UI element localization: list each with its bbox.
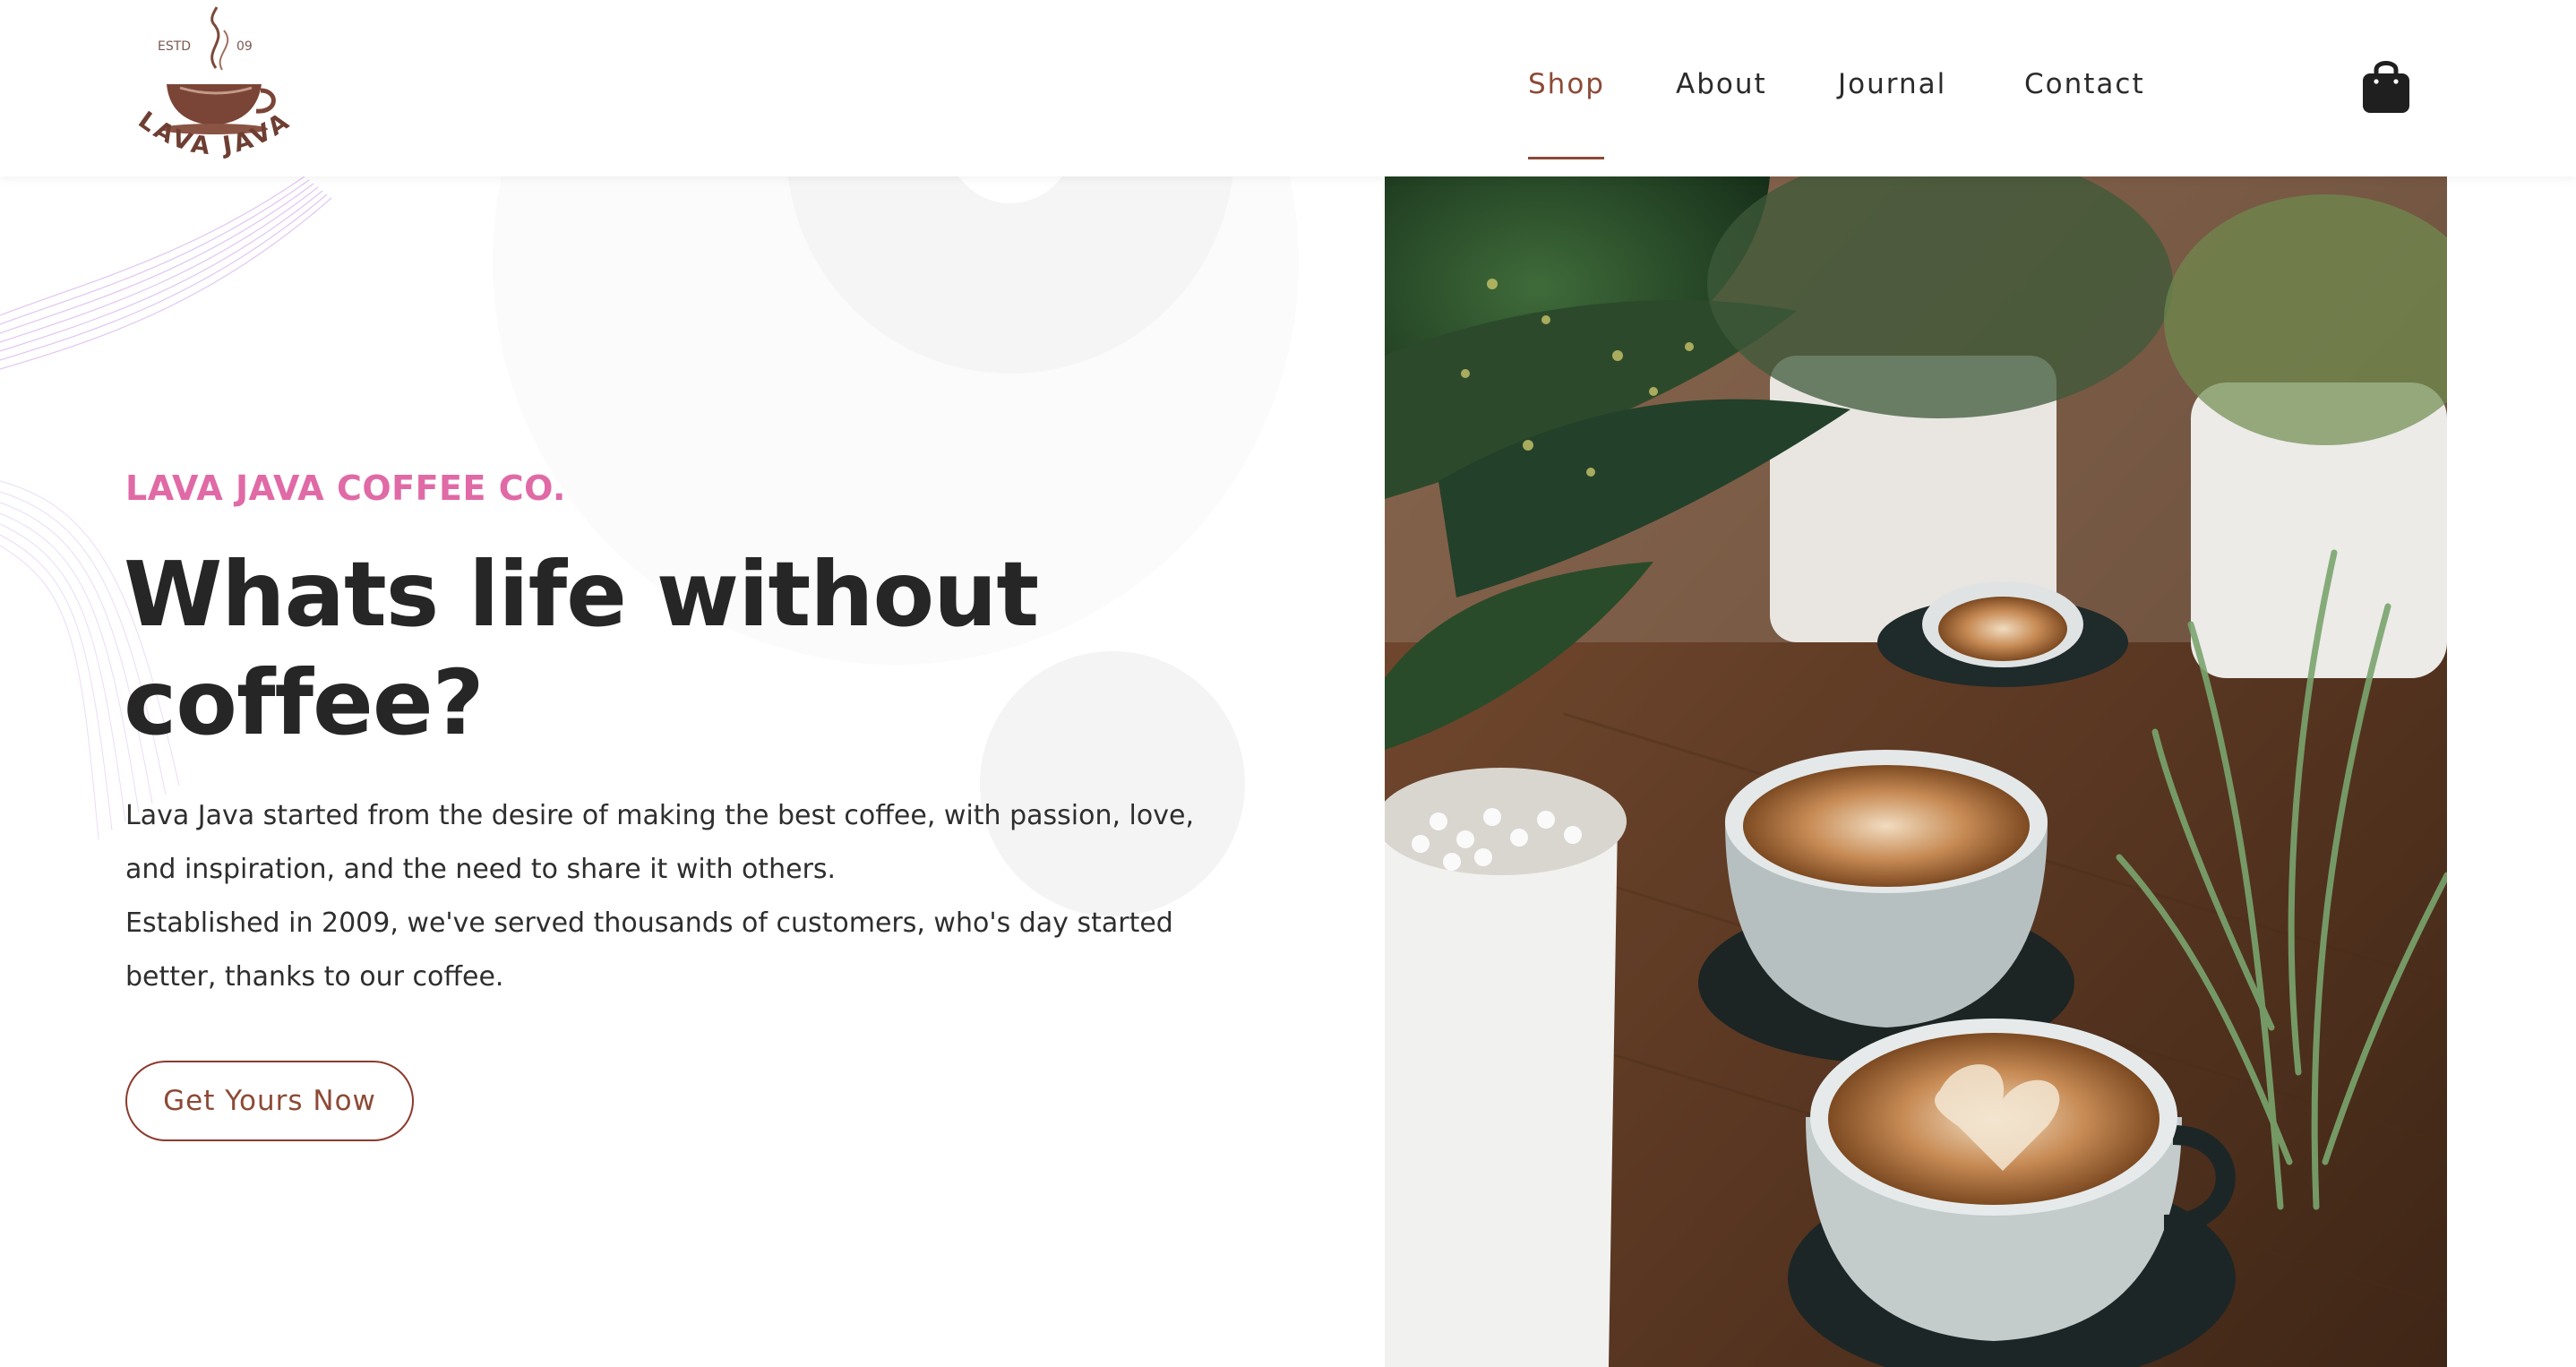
- brand-tagline: LAVA JAVA COFFEE CO.: [125, 469, 566, 508]
- hero-photo: [1385, 176, 2447, 1367]
- site-logo[interactable]: ESTD 09 LAVA JAVA: [131, 5, 296, 167]
- hero-description: Lava Java started from the desire of mak…: [125, 789, 1227, 1004]
- hero-headline-line-1: Whats life without: [124, 542, 1039, 647]
- site-header: ESTD 09 LAVA JAVA Shop About Journal Con…: [0, 0, 2576, 176]
- hero-headline-line-2: coffee?: [124, 650, 485, 755]
- logo-estd: ESTD: [158, 39, 191, 54]
- hero-headline: Whats life without coffee?: [124, 540, 1198, 757]
- nav-active-indicator: [1528, 157, 1604, 159]
- get-yours-now-button[interactable]: Get Yours Now: [125, 1061, 414, 1141]
- logo-year: 09: [236, 39, 253, 54]
- nav-shop[interactable]: Shop: [1528, 68, 1605, 100]
- nav-about[interactable]: About: [1676, 68, 1767, 100]
- shopping-bag-icon[interactable]: [2361, 57, 2411, 115]
- hero-paragraph-2: Established in 2009, we've served thousa…: [125, 907, 1173, 993]
- nav-contact[interactable]: Contact: [2024, 68, 2145, 100]
- hero-paragraph-1: Lava Java started from the desire of mak…: [125, 800, 1194, 885]
- nav-journal[interactable]: Journal: [1838, 68, 1946, 100]
- hero-background-decoration: [0, 176, 1385, 1367]
